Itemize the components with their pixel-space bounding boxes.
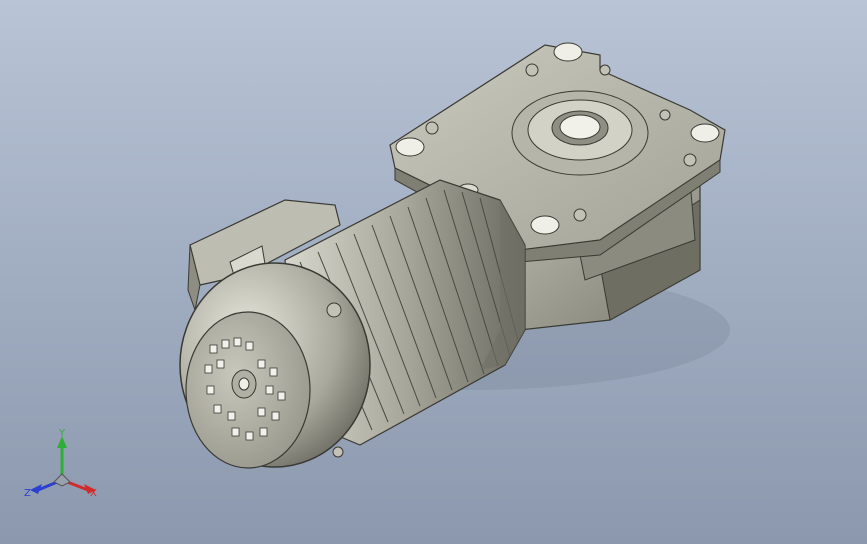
vent-slot xyxy=(265,385,274,395)
motor-end-cap[interactable] xyxy=(179,262,371,469)
mount-hole xyxy=(690,123,720,143)
3d-viewport[interactable]: Y X Z xyxy=(0,0,867,544)
mount-hole xyxy=(553,42,583,62)
screw xyxy=(573,208,587,222)
vent-slot xyxy=(216,359,225,369)
vent-slot xyxy=(245,431,254,441)
vent-slot xyxy=(271,411,280,421)
triad-origin xyxy=(53,473,71,487)
x-axis-label: X xyxy=(90,488,97,499)
end-cap-bolt xyxy=(326,302,342,318)
vent-slot xyxy=(233,337,242,347)
vent-slot xyxy=(245,341,254,351)
vent-slot xyxy=(231,427,240,437)
vent-slot xyxy=(257,359,266,369)
vent-slot xyxy=(221,339,230,349)
screw xyxy=(599,64,611,76)
vent-slot xyxy=(209,344,218,354)
vent-slot xyxy=(259,427,268,437)
vent-slot xyxy=(277,391,286,401)
screw xyxy=(683,153,697,167)
z-axis-label: Z xyxy=(24,488,31,499)
screw xyxy=(659,109,671,121)
output-bore-inner xyxy=(559,114,601,140)
vent-slot xyxy=(257,407,266,417)
screw xyxy=(425,121,439,135)
end-cap-hub-center xyxy=(238,377,250,391)
end-cap-bolt xyxy=(332,446,344,458)
axis-triad[interactable]: Y X Z xyxy=(22,428,106,508)
y-axis-label: Y xyxy=(58,428,66,439)
gear-motor-model[interactable] xyxy=(0,0,867,544)
vent-slot xyxy=(206,385,215,395)
mount-hole xyxy=(530,215,560,235)
mount-hole xyxy=(395,137,425,157)
vent-slot xyxy=(227,411,236,421)
vent-slot xyxy=(204,364,213,374)
vent-slot xyxy=(269,367,278,377)
screw xyxy=(525,63,539,77)
vent-slot xyxy=(213,404,222,414)
